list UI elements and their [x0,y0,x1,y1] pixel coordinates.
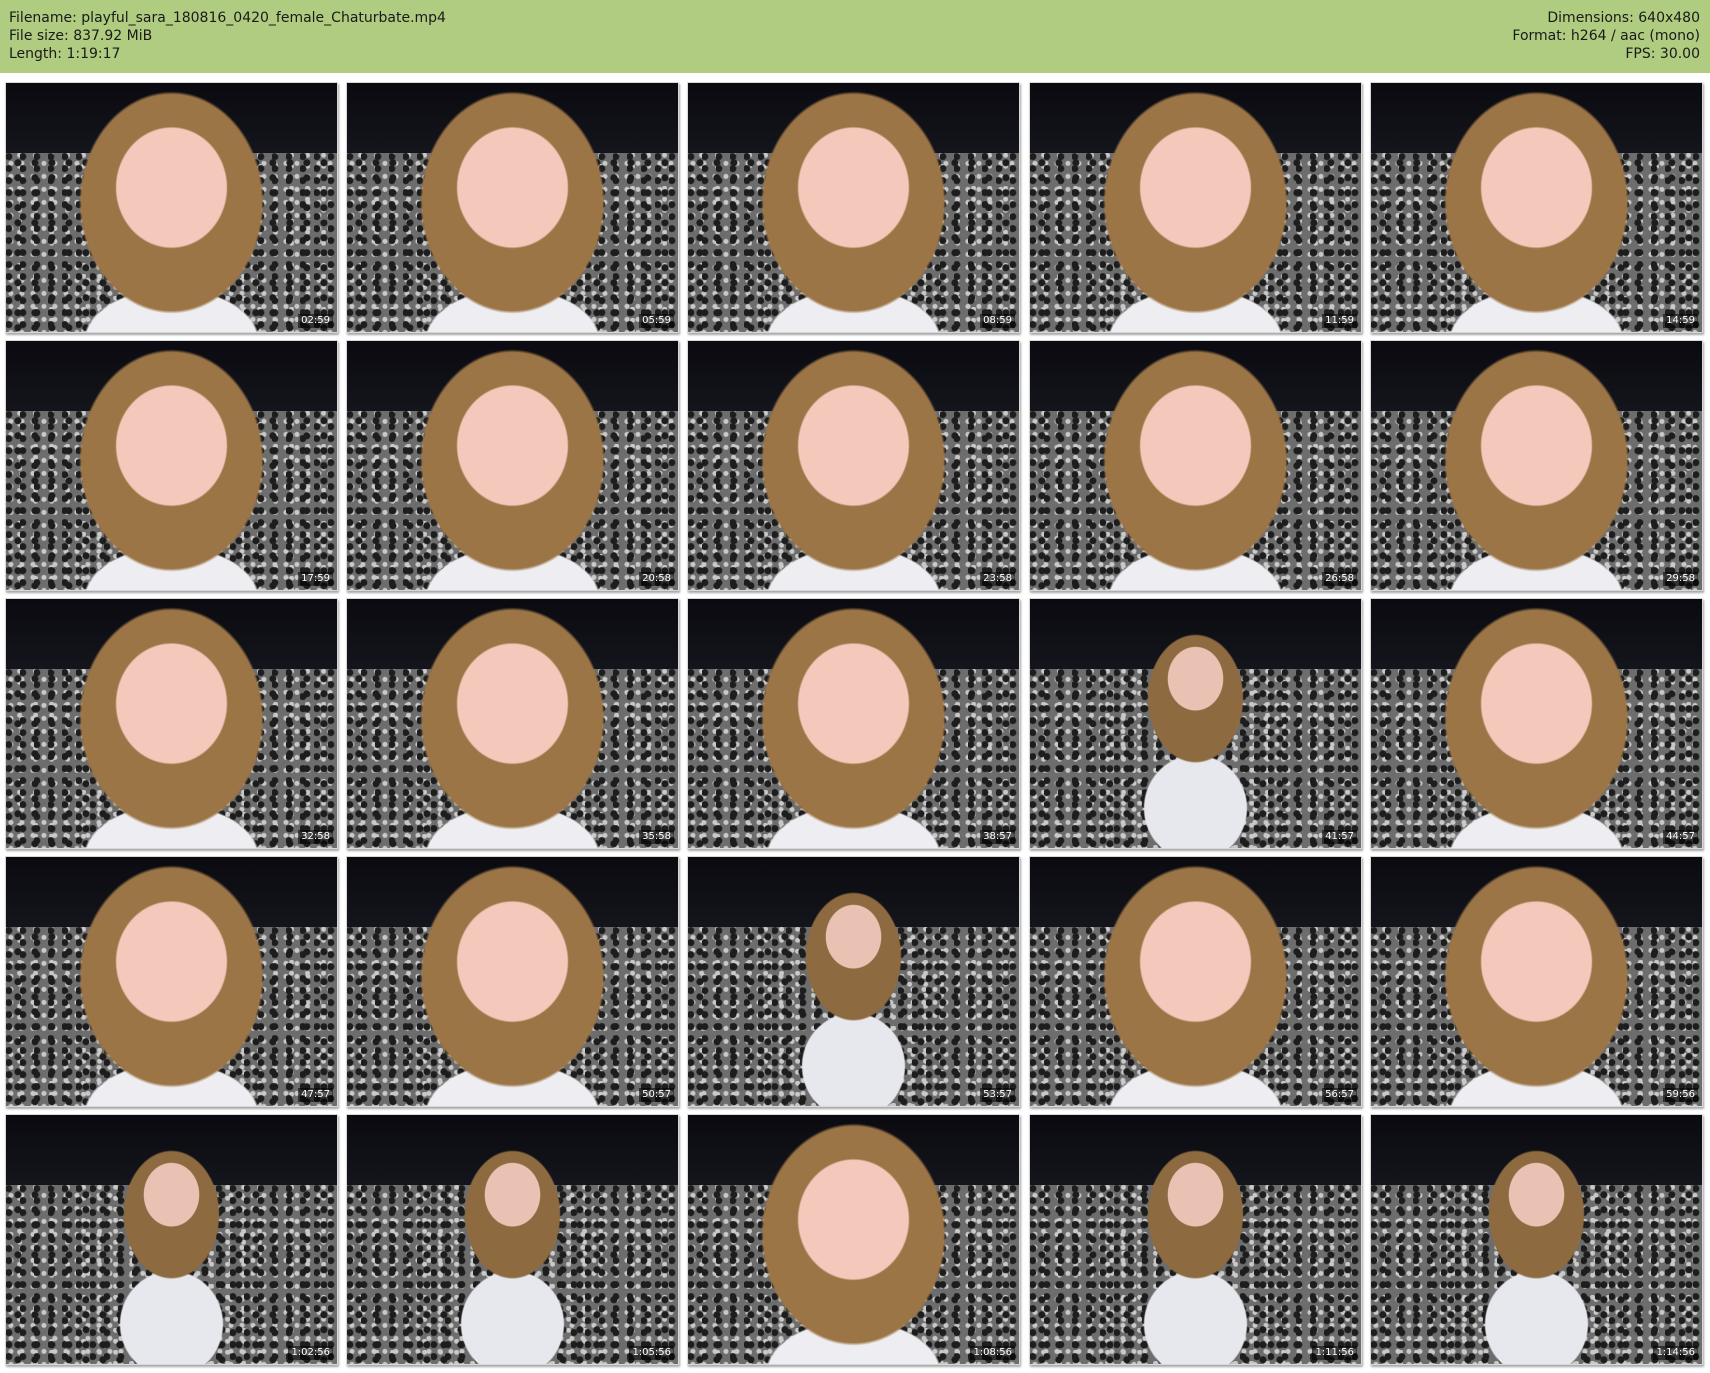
frame-person [1056,83,1335,332]
dimensions-text: Dimensions: 640x480 [1547,10,1700,26]
thumbnail-frame[interactable]: 35:58 [346,598,679,849]
frame-person [1397,857,1676,1106]
timestamp-label: 59:56 [1663,1088,1698,1102]
thumbnail-frame[interactable]: 08:59 [687,82,1020,333]
thumbnail-frame[interactable]: 05:59 [346,82,679,333]
thumbnail-frame[interactable]: 56:57 [1029,856,1362,1107]
timestamp-label: 26:58 [1322,572,1357,586]
timestamp-label: 1:05:56 [629,1346,674,1360]
timestamp-label: 1:11:56 [1312,1346,1357,1360]
thumbnail-frame[interactable]: 26:58 [1029,340,1362,591]
frame-person [1397,1115,1676,1364]
timestamp-label: 56:57 [1322,1088,1357,1102]
thumbnail-frame[interactable]: 1:14:56 [1370,1114,1703,1365]
thumbnail-frame[interactable]: 20:58 [346,340,679,591]
timestamp-label: 29:58 [1663,572,1698,586]
fps-text: FPS: 30.00 [1625,46,1700,62]
thumbnail-frame[interactable]: 1:11:56 [1029,1114,1362,1365]
frame-person [714,857,993,1106]
frame-person [32,83,311,332]
timestamp-label: 17:59 [298,572,333,586]
timestamp-label: 11:59 [1322,314,1357,328]
filesize-text: File size: 837.92 MiB [9,28,153,44]
frame-person [1397,83,1676,332]
frame-person [714,599,993,848]
frame-person [1397,341,1676,590]
timestamp-label: 32:58 [298,830,333,844]
frame-person [373,1115,652,1364]
frame-person [714,1115,993,1364]
timestamp-label: 14:59 [1663,314,1698,328]
thumbnail-frame[interactable]: 1:02:56 [5,1114,338,1365]
filename-text: Filename: playful_sara_180816_0420_femal… [9,10,446,26]
frame-person [1056,599,1335,848]
timestamp-label: 53:57 [980,1088,1015,1102]
frame-person [714,341,993,590]
thumbnail-frame[interactable]: 1:05:56 [346,1114,679,1365]
thumbnail-frame[interactable]: 32:58 [5,598,338,849]
thumbnail-frame[interactable]: 59:56 [1370,856,1703,1107]
thumbnail-frame[interactable]: 02:59 [5,82,338,333]
timestamp-label: 38:57 [980,830,1015,844]
frame-person [1056,341,1335,590]
frame-person [32,857,311,1106]
timestamp-label: 47:57 [298,1088,333,1102]
timestamp-label: 50:57 [639,1088,674,1102]
frame-person [32,599,311,848]
thumbnail-frame[interactable]: 17:59 [5,340,338,591]
timestamp-label: 08:59 [980,314,1015,328]
thumbnail-frame[interactable]: 50:57 [346,856,679,1107]
frame-person [373,599,652,848]
frame-person [373,857,652,1106]
thumbnail-frame[interactable]: 38:57 [687,598,1020,849]
timestamp-label: 1:02:56 [288,1346,333,1360]
timestamp-label: 44:57 [1663,830,1698,844]
frame-person [32,1115,311,1364]
frame-person [32,341,311,590]
timestamp-label: 1:14:56 [1653,1346,1698,1360]
format-text: Format: h264 / aac (mono) [1512,28,1700,44]
info-left: Filename: playful_sara_180816_0420_femal… [9,9,446,63]
thumbnail-frame[interactable]: 41:57 [1029,598,1362,849]
timestamp-label: 23:58 [980,572,1015,586]
thumbnail-frame[interactable]: 53:57 [687,856,1020,1107]
timestamp-label: 41:57 [1322,830,1357,844]
thumbnail-frame[interactable]: 47:57 [5,856,338,1107]
length-text: Length: 1:19:17 [9,46,121,62]
frame-person [373,83,652,332]
thumbnail-frame[interactable]: 1:08:56 [687,1114,1020,1365]
info-right: Dimensions: 640x480 Format: h264 / aac (… [1512,9,1700,63]
timestamp-label: 20:58 [639,572,674,586]
thumbnail-frame[interactable]: 23:58 [687,340,1020,591]
frame-person [714,83,993,332]
thumbnail-frame[interactable]: 44:57 [1370,598,1703,849]
frame-person [1056,1115,1335,1364]
thumbnail-frame[interactable]: 14:59 [1370,82,1703,333]
frame-person [373,341,652,590]
timestamp-label: 05:59 [639,314,674,328]
timestamp-label: 02:59 [298,314,333,328]
frame-person [1056,857,1335,1106]
thumbnail-frame[interactable]: 29:58 [1370,340,1703,591]
frame-person [1397,599,1676,848]
info-header: Filename: playful_sara_180816_0420_femal… [0,0,1710,73]
timestamp-label: 35:58 [639,830,674,844]
thumbnail-frame[interactable]: 11:59 [1029,82,1362,333]
timestamp-label: 1:08:56 [970,1346,1015,1360]
